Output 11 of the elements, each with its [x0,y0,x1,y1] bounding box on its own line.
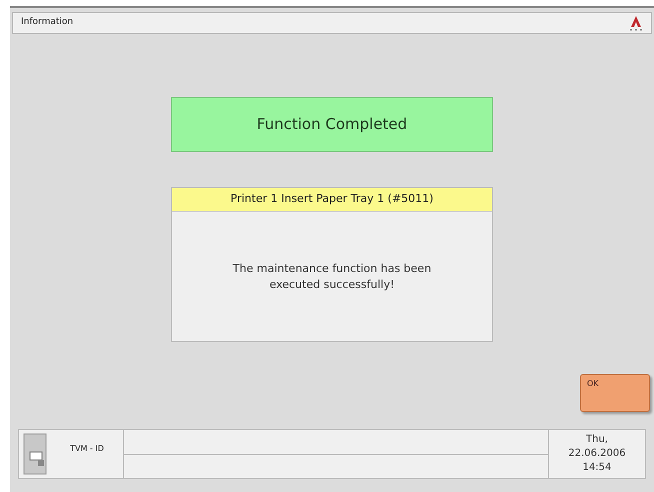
terminal-icon [22,432,48,476]
ok-button[interactable]: OK [580,374,650,412]
logo-icon [629,15,643,31]
status-title: Function Completed [256,114,408,136]
message-text: The maintenance function has been executed successfully! [232,260,432,292]
window-title: Information [21,16,74,30]
date-text: 22.06.2006 [568,447,626,461]
day-text: Thu, [586,433,608,447]
message-header: Printer 1 Insert Paper Tray 1 (#5011) [230,191,434,208]
device-label: TVM - ID [70,443,104,455]
time-text: 14:54 [582,461,612,475]
